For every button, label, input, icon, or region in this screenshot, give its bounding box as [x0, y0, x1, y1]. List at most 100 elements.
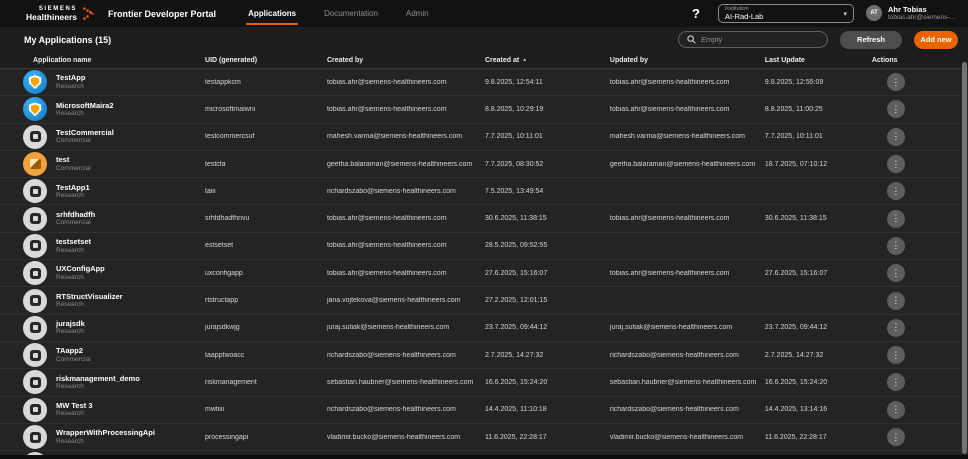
kebab-icon: ⋮	[891, 213, 901, 224]
row-actions-button[interactable]: ⋮	[886, 291, 905, 310]
actions-cell: ⋮	[860, 318, 968, 337]
last-update-cell: 16.6.2025, 15:24:20	[764, 378, 828, 386]
created-by-cell: tobias.ahr@siemens-healthineers.com	[326, 242, 447, 250]
search-box[interactable]	[678, 31, 828, 48]
app-name-block: TestCommercial Commercial	[56, 128, 114, 146]
row-actions-button[interactable]: ⋮	[886, 236, 905, 255]
actions-cell: ⋮	[860, 182, 968, 201]
application-name: WrapperWithProcessingApi	[56, 428, 155, 438]
app-name-block: MicrosoftMaira2 Research	[56, 101, 114, 119]
row-actions-button[interactable]: ⋮	[886, 127, 905, 146]
column-header-actions: Actions	[871, 56, 898, 64]
kebab-icon: ⋮	[891, 404, 901, 415]
user-menu[interactable]: AT Ahr Tobias tobias.ahr@siemens-healthi…	[866, 5, 958, 22]
application-row[interactable]: TestApp1 Research taiii richardszabo@sie…	[0, 178, 968, 206]
last-update-cell: 14.4.2025, 13:14:16	[764, 406, 828, 414]
column-header-last-update[interactable]: Last Update	[765, 57, 860, 64]
updated-by-cell: richardszabo@siemens-healthineers.com	[609, 351, 739, 359]
application-row[interactable]: jurajsdk Research jurajsdkwjg juraj.suti…	[0, 314, 968, 342]
application-type: Research	[56, 246, 84, 254]
app-icon	[23, 152, 47, 177]
created-at-label: Created at	[484, 56, 520, 64]
application-row[interactable]: MicrosoftMaira2 Research microsoftmaiwni…	[0, 96, 968, 124]
sort-ascending-icon: ▲	[522, 57, 528, 63]
application-name: MW Test 3	[56, 400, 93, 410]
row-actions-button[interactable]: ⋮	[886, 264, 905, 283]
help-icon[interactable]: ?	[692, 6, 700, 21]
actions-cell: ⋮	[860, 236, 968, 255]
toolbar-actions: Refresh Add new	[678, 30, 958, 49]
column-header-updated-by[interactable]: Updated by	[610, 57, 765, 64]
add-new-button[interactable]: Add new	[914, 30, 958, 49]
application-row[interactable]: UXConfigApp Research uxconfigapp tobias.…	[0, 260, 968, 288]
institution-value: AI-Rad-Lab	[725, 12, 764, 21]
created-by-cell: geetha.balaraman@siemens-healthineers.co…	[326, 160, 473, 168]
application-row[interactable]: test Commercial testcfa geetha.balaraman…	[0, 150, 968, 179]
uid-cell: processingapi	[205, 433, 249, 441]
row-actions-button[interactable]: ⋮	[886, 318, 905, 337]
application-name: TestCommercial	[56, 127, 114, 137]
application-row[interactable]: MW Test 3 Research mwtiiii richardszabo@…	[0, 396, 968, 424]
institution-select[interactable]: Institution AI-Rad-Lab ▾	[718, 4, 854, 23]
application-row[interactable]: TestApp Research testappkcm tobias.ahr@s…	[0, 69, 968, 97]
row-actions-button[interactable]: ⋮	[886, 100, 905, 119]
application-row[interactable]: WrapperWithProcessingApi Research proces…	[0, 423, 968, 452]
app-name-block: testsetset Research	[56, 237, 91, 255]
row-actions-button[interactable]: ⋮	[886, 155, 905, 174]
app-icon	[23, 370, 47, 395]
tab-admin[interactable]: Admin	[406, 0, 429, 27]
row-actions-button[interactable]: ⋮	[886, 182, 905, 201]
row-actions-button[interactable]: ⋮	[886, 428, 905, 446]
application-name: RTStructVisualizer	[56, 291, 123, 301]
application-name: test	[56, 155, 70, 165]
created-by-cell: juraj.sutiak@siemens-healthineers.com	[326, 324, 450, 332]
application-name-cell: TestCommercial Commercial	[0, 124, 205, 149]
kebab-icon: ⋮	[891, 103, 901, 114]
vertical-scrollbar[interactable]	[962, 62, 967, 454]
table-header: Application name UID (generated) Created…	[0, 52, 968, 68]
row-actions-button[interactable]: ⋮	[886, 346, 905, 365]
application-row[interactable]: RTStructVisualizer Research rtstructapp …	[0, 287, 968, 315]
application-row[interactable]: TestCommercial Commercial testcommercsuf…	[0, 123, 968, 151]
refresh-button[interactable]: Refresh	[840, 30, 902, 49]
application-row[interactable]: srhfdhadfh Commercial srhfdhadfhnvu tobi…	[0, 205, 968, 233]
search-input[interactable]	[701, 35, 819, 44]
column-header-created-at[interactable]: Created at ▲	[485, 57, 610, 64]
uid-cell: testcfa	[205, 160, 226, 168]
app-icon-glyph-inner	[30, 77, 40, 88]
app-icon-glyph	[29, 240, 41, 252]
last-update-cell: 18.7.2025, 07:10:12	[764, 160, 828, 168]
uid-cell: srhfdhadfhnvu	[205, 215, 250, 223]
app-name-block: UXConfigApp Research	[56, 264, 105, 282]
application-type: Commercial	[56, 219, 91, 227]
column-header-created-by[interactable]: Created by	[327, 57, 485, 64]
last-update-cell: 11.6.2025, 22:28:17	[764, 433, 827, 441]
created-by-cell: tobias.ahr@siemens-healthineers.com	[326, 78, 447, 86]
column-header-uid[interactable]: UID (generated)	[205, 57, 327, 64]
actions-cell: ⋮	[860, 373, 968, 392]
created-at-cell: 11.6.2025, 22:28:17	[484, 433, 547, 441]
row-actions-button[interactable]: ⋮	[886, 209, 905, 228]
application-row[interactable]: riskmanagement_demo Research riskmanagem…	[0, 369, 968, 397]
created-by-cell: tobias.ahr@siemens-healthineers.com	[326, 269, 447, 277]
application-type: Research	[56, 437, 84, 445]
app-icon-glyph-inner	[32, 243, 38, 249]
uid-cell: taapptwoacc	[205, 351, 245, 359]
app-icon	[23, 97, 47, 122]
application-row[interactable]: testsetset Research estsetset tobias.ahr…	[0, 232, 968, 261]
tab-documentation[interactable]: Documentation	[324, 0, 378, 27]
row-actions-button[interactable]: ⋮	[886, 73, 905, 92]
created-at-cell: 8.8.2025, 10:29:19	[484, 105, 544, 113]
kebab-icon: ⋮	[891, 76, 901, 87]
row-actions-button[interactable]: ⋮	[886, 373, 905, 392]
kebab-icon: ⋮	[891, 349, 901, 360]
tab-applications[interactable]: Applications	[246, 0, 299, 27]
actions-cell: ⋮	[860, 291, 968, 310]
scrollbar-thumb[interactable]	[962, 62, 967, 454]
application-row[interactable]: TAapp2 Commercial taapptwoacc richardsza…	[0, 341, 968, 370]
user-name: Ahr Tobias	[888, 5, 927, 15]
portal-title: Frontier Developer Portal	[108, 8, 217, 19]
row-actions-button[interactable]: ⋮	[886, 400, 905, 419]
created-at-cell: 23.7.2025, 09:44:12	[484, 324, 548, 332]
column-header-application-name[interactable]: Application name	[0, 57, 205, 64]
